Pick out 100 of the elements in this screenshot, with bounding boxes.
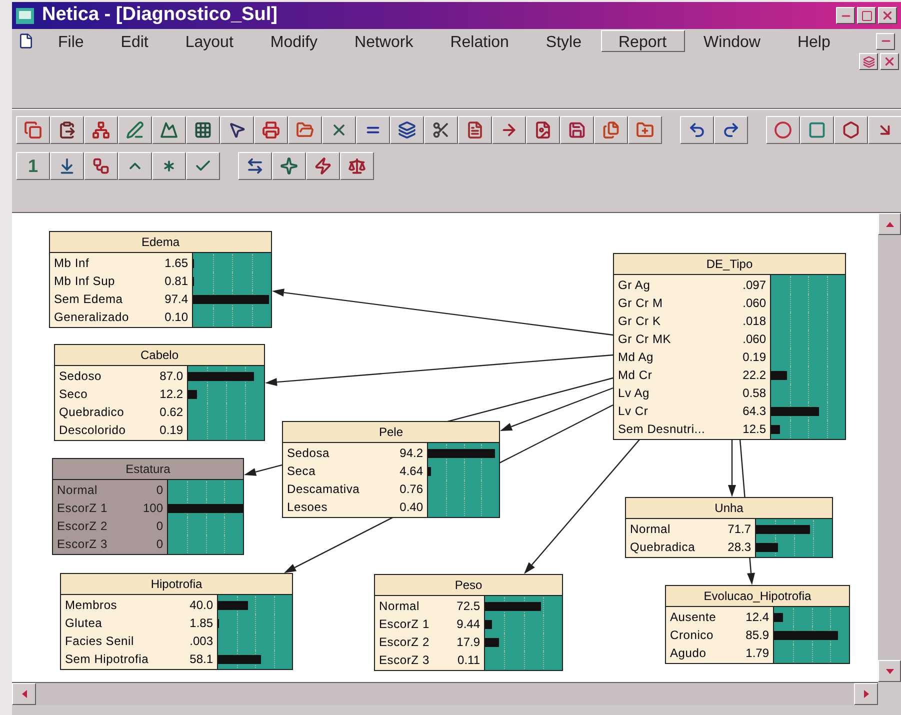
state-value: 12.5: [742, 421, 766, 438]
state-value: 58.1: [190, 651, 213, 668]
state-label: EscorZ 1: [57, 500, 108, 517]
state-label: Mb Inf: [54, 255, 90, 272]
hexagon-icon: [842, 121, 860, 139]
scroll-left-button[interactable]: [12, 683, 36, 705]
state-value: 0.10: [164, 309, 188, 326]
state-value: 1.79: [746, 645, 769, 662]
toolbar-button[interactable]: [424, 116, 458, 144]
menu-item[interactable]: Report: [600, 30, 685, 52]
toolbar-button[interactable]: [680, 116, 714, 144]
node-card[interactable]: Pele Sedosa 94.2 Seca 4.64 Descamativa 0.76 Lesoes 0.40: [282, 421, 500, 518]
clipboard-icon: [58, 121, 76, 139]
toolbar-button[interactable]: [272, 152, 306, 180]
state-value: 100: [142, 500, 163, 517]
node-title: DE_Tipo: [706, 256, 753, 273]
node-card[interactable]: Unha Normal 71.7 Quebradica 28.3: [625, 497, 833, 558]
toolbar-button[interactable]: [390, 116, 424, 144]
sparkle-icon: [280, 157, 298, 175]
vertical-scrollbar[interactable]: [878, 213, 901, 682]
state-label: Sedoso: [59, 368, 102, 385]
state-value: .097: [742, 277, 766, 294]
node-card[interactable]: Edema Mb Inf 1.65 Mb Inf Sup 0.81 Sem Edema 97.4 Generalizado 0.10: [49, 231, 272, 328]
toolbar-button[interactable]: [594, 116, 628, 144]
toolbar-button[interactable]: [322, 116, 356, 144]
minimize-button[interactable]: [836, 7, 855, 24]
toolbar-button[interactable]: [220, 116, 254, 144]
state-value: 9.44: [456, 616, 480, 633]
menu-item[interactable]: Relation: [432, 30, 527, 52]
state-value: 28.3: [728, 539, 751, 556]
minimize-button[interactable]: [876, 32, 895, 50]
node-card[interactable]: Hipotrofia Membros 40.0 Glutea 1.85 Facies Senil .003 Sem Hipotrofia 58.1: [60, 573, 293, 670]
toolbar-button[interactable]: 1: [16, 152, 50, 180]
toolbar-button[interactable]: [356, 116, 390, 144]
toolbar-button[interactable]: [560, 116, 594, 144]
toolbar-button[interactable]: [714, 116, 748, 144]
toolbar-button[interactable]: [152, 116, 186, 144]
scroll-right-button[interactable]: [854, 683, 878, 705]
menu-item[interactable]: Help: [779, 30, 848, 52]
close-button[interactable]: [878, 7, 897, 24]
toolbar-button[interactable]: [50, 116, 84, 144]
toolbar-button[interactable]: [50, 152, 84, 180]
state-label: Seca: [287, 463, 316, 480]
toolbar-button[interactable]: [800, 116, 834, 144]
toolbar-button[interactable]: [492, 116, 526, 144]
state-label: EscorZ 3: [57, 536, 108, 553]
node-card[interactable]: Cabelo Sedoso 87.0 Seco 12.2 Quebradico 0.62 Descolorido 0.19: [54, 344, 265, 441]
state-value: 0: [156, 482, 163, 499]
state-value: 1.85: [190, 615, 213, 632]
state-value: 72.5: [456, 598, 480, 615]
menu-item[interactable]: Style: [528, 30, 600, 52]
state-label: Seco: [59, 386, 88, 403]
state-value: 97.4: [164, 291, 188, 308]
node-title: Evolucao_Hipotrofia: [704, 588, 812, 605]
node-card[interactable]: DE_Tipo Gr Ag .097 Gr Cr M .060 Gr Cr K .018 Gr Cr MK .060 Md Ag 0.19 Md Cr 22.2 Lv Ag 0.58 Lv Cr 64.3 Sem Desnutri... 12.5: [613, 253, 846, 440]
state-value: 94.2: [400, 445, 423, 462]
toolbar-button[interactable]: [306, 152, 340, 180]
node-card[interactable]: Estatura Normal 0 EscorZ 1 100 EscorZ 2 0 EscorZ 3 0: [52, 458, 244, 555]
copy-icon: [24, 121, 42, 139]
toolbar-button[interactable]: [288, 116, 322, 144]
scroll-up-button[interactable]: [878, 213, 901, 235]
toolbar-button[interactable]: [16, 116, 50, 144]
state-label: Quebradico: [59, 404, 124, 421]
node-card[interactable]: Peso Normal 72.5 EscorZ 1 9.44 EscorZ 2 17.9 EscorZ 3 0.11: [374, 574, 563, 671]
state-value: 0.76: [400, 481, 423, 498]
menu-item[interactable]: File: [40, 30, 102, 52]
toolbar-button[interactable]: [834, 116, 868, 144]
toolbar-button[interactable]: [118, 116, 152, 144]
toolbar-button[interactable]: [186, 152, 220, 180]
state-value: 17.9: [456, 634, 480, 651]
menu-item[interactable]: Modify: [252, 30, 336, 52]
toolbar-button[interactable]: [340, 152, 374, 180]
maximize-button[interactable]: [857, 7, 876, 24]
state-label: Glutea: [65, 615, 102, 632]
toolbar-button[interactable]: [118, 152, 152, 180]
state-label: Ausente: [670, 609, 716, 626]
toolbar-button[interactable]: [868, 116, 901, 144]
scroll-down-button[interactable]: [878, 660, 901, 682]
menu-item[interactable]: Network: [336, 30, 432, 52]
horizontal-scrollbar[interactable]: [12, 682, 878, 705]
toolbar-button[interactable]: [238, 152, 272, 180]
toolbar-button[interactable]: [186, 116, 220, 144]
toolbar-button[interactable]: [766, 116, 800, 144]
restore-button[interactable]: [859, 53, 878, 70]
toolbar-button[interactable]: [458, 116, 492, 144]
menu-item[interactable]: Edit: [102, 30, 166, 52]
toolbar-button[interactable]: [152, 152, 186, 180]
image-icon: [534, 121, 552, 139]
state-label: Lv Ag: [618, 385, 650, 402]
node-title: Peso: [454, 577, 482, 594]
menu-item[interactable]: Layout: [167, 30, 252, 52]
scissors-icon: [432, 121, 450, 139]
toolbar-button[interactable]: [84, 116, 118, 144]
menu-item[interactable]: Window: [686, 30, 778, 52]
toolbar-button[interactable]: [84, 152, 118, 180]
toolbar-button[interactable]: [628, 116, 662, 144]
toolbar-button[interactable]: [254, 116, 288, 144]
toolbar-button[interactable]: [526, 116, 560, 144]
node-card[interactable]: Evolucao_Hipotrofia Ausente 12.4 Cronico 85.9 Agudo 1.79: [665, 585, 850, 664]
close-button[interactable]: [880, 53, 899, 70]
